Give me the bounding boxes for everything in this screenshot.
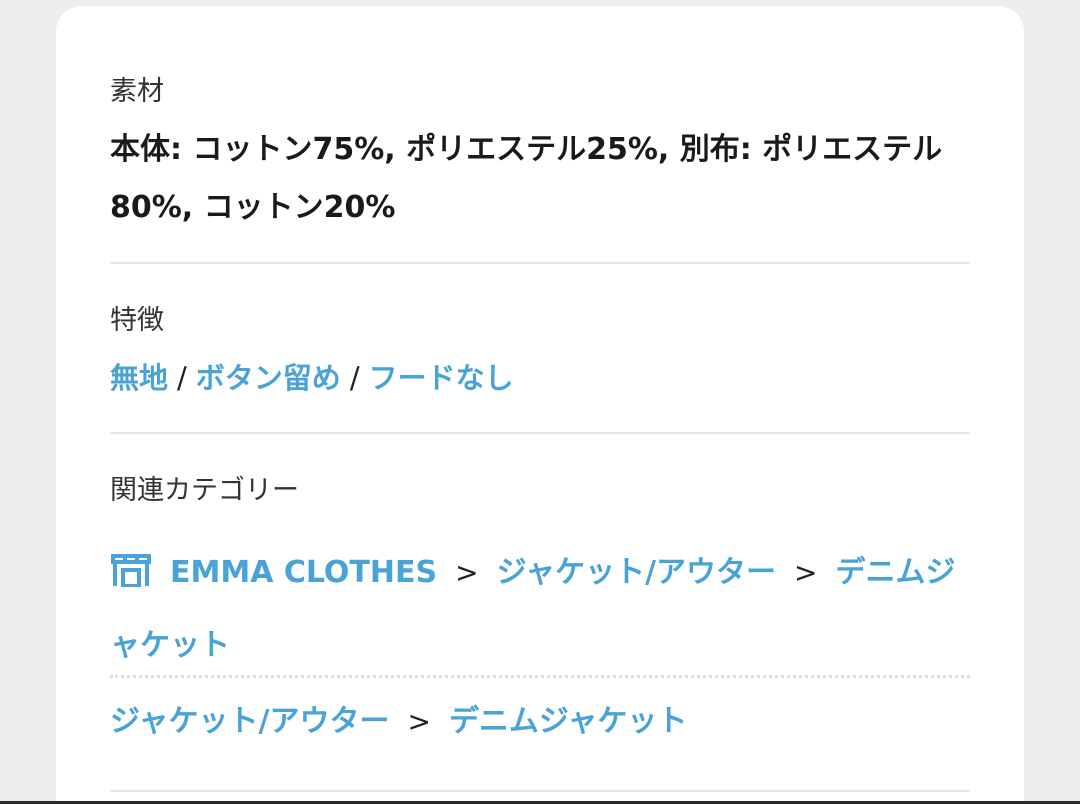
- feature-tags: 無地 / ボタン留め / フードなし: [110, 364, 970, 393]
- shop-icon: [110, 544, 152, 612]
- material-text: 本体: コットン75%, ポリエステル25%, 別布: ポリエステル80%, コ…: [110, 132, 943, 225]
- feature-tag-no-hood[interactable]: フードなし: [369, 361, 514, 395]
- breadcrumb-denim-jacket[interactable]: デニムジャケット: [449, 704, 688, 739]
- divider: [110, 790, 970, 792]
- related-section: 関連カテゴリー EMMA CLOTHES > ジャケット/アウター > デニムジャケット: [110, 477, 970, 680]
- tag-separator: /: [177, 361, 187, 395]
- divider: [110, 262, 970, 264]
- breadcrumb-shop: EMMA CLOTHES > ジャケット/アウター > デニムジャケット: [110, 539, 970, 680]
- chevron-right-icon: >: [794, 556, 818, 589]
- material-section: 素材 本体: コットン75%, ポリエステル25%, 別布: ポリエステル80%…: [110, 78, 970, 237]
- chevron-right-icon: >: [455, 556, 479, 589]
- breadcrumb-jacket-outer[interactable]: ジャケット/アウター: [110, 704, 389, 739]
- chevron-right-icon: >: [407, 705, 431, 738]
- breadcrumb-shop-name[interactable]: EMMA CLOTHES: [170, 555, 437, 590]
- tag-separator: /: [349, 361, 360, 395]
- dotted-divider: [110, 675, 970, 678]
- breadcrumb-category: ジャケット/アウター > デニムジャケット: [110, 688, 970, 756]
- breadcrumb-jacket-outer[interactable]: ジャケット/アウター: [497, 555, 776, 590]
- material-heading: 素材: [110, 76, 164, 107]
- features-heading: 特徴: [110, 305, 164, 336]
- feature-tag-plain[interactable]: 無地: [110, 361, 168, 395]
- feature-tag-button[interactable]: ボタン留め: [196, 361, 341, 395]
- related-heading: 関連カテゴリー: [110, 475, 299, 506]
- divider: [110, 432, 970, 434]
- features-section: 特徴 無地 / ボタン留め / フードなし: [110, 307, 970, 393]
